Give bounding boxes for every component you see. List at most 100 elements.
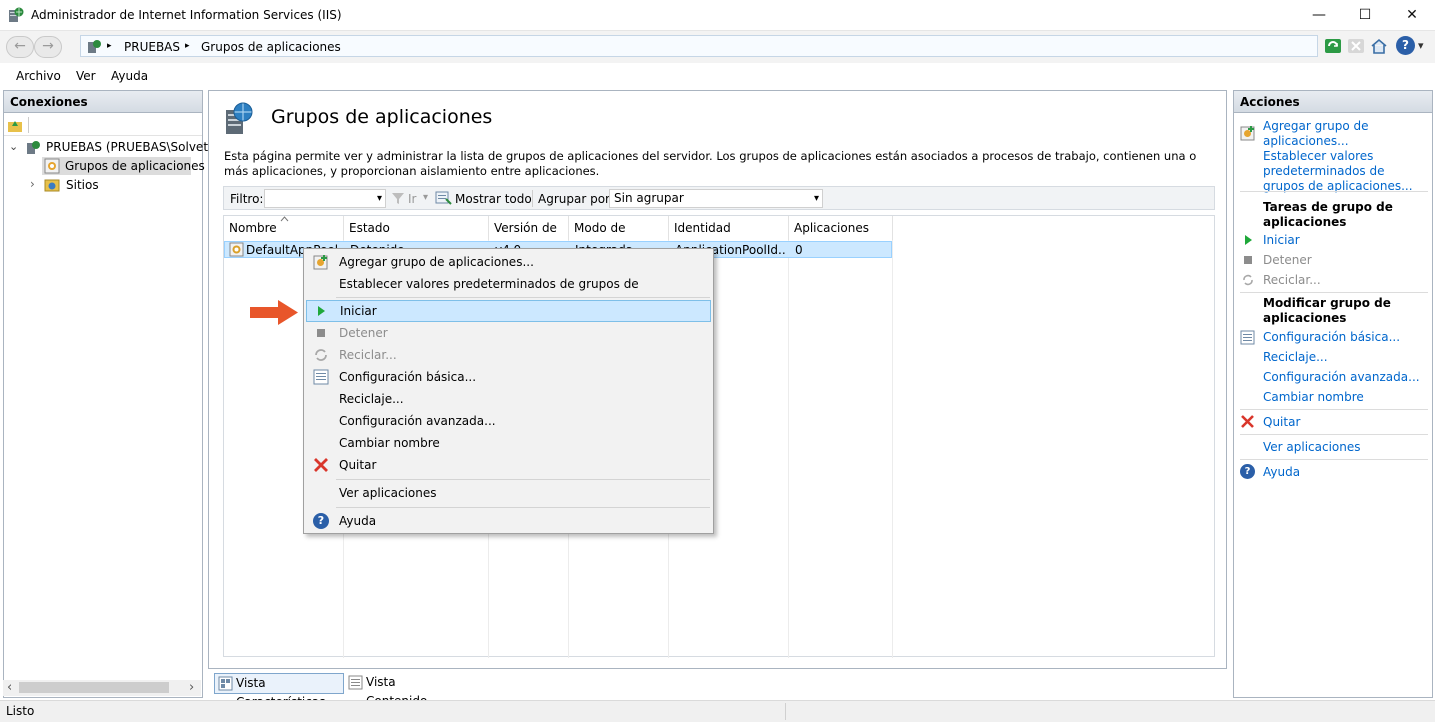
- connections-toolbar: [4, 114, 202, 136]
- column-header-pipeline[interactable]: Modo de canal...: [569, 216, 669, 259]
- sort-ascending-icon: [280, 216, 289, 222]
- minimize-button[interactable]: —: [1296, 0, 1342, 31]
- menu-item-add-app-pool[interactable]: Agregar grupo de aplicaciones...: [306, 251, 711, 273]
- iis-app-icon: [9, 7, 24, 22]
- basic-settings-icon: [313, 369, 329, 385]
- action-set-defaults[interactable]: Establecer valores predeterminados de gr…: [1263, 149, 1428, 194]
- tab-features-view[interactable]: Vista Características: [214, 673, 344, 709]
- menu-item-help[interactable]: ? Ayuda: [306, 510, 711, 532]
- app-pool-icon: [44, 158, 60, 174]
- filter-divider: [532, 190, 533, 207]
- help-icon[interactable]: ?: [1396, 36, 1415, 55]
- tree-server[interactable]: PRUEBAS (PRUEBAS\Solvetic): [46, 140, 223, 154]
- action-recycle[interactable]: Reciclar...: [1263, 273, 1321, 287]
- menu-item-rename[interactable]: Cambiar nombre: [306, 432, 711, 454]
- scroll-left-icon[interactable]: ‹: [7, 680, 12, 695]
- actions-header: Acciones: [1234, 91, 1432, 113]
- breadcrumb-server[interactable]: PRUEBAS: [124, 40, 180, 54]
- basic-settings-icon: [1240, 330, 1255, 345]
- show-all-button[interactable]: Mostrar todo: [455, 192, 532, 206]
- window-title: Administrador de Internet Information Se…: [31, 8, 342, 22]
- menu-item-basic-settings[interactable]: Configuración básica...: [306, 366, 711, 388]
- stop-icon: [317, 329, 325, 337]
- connect-icon[interactable]: [7, 117, 23, 133]
- show-all-icon[interactable]: [435, 190, 452, 206]
- scroll-right-icon[interactable]: ›: [189, 680, 194, 695]
- back-button[interactable]: ←: [6, 36, 34, 58]
- connections-scrollbar[interactable]: ‹ ›: [3, 680, 201, 696]
- remove-icon: [1241, 415, 1254, 428]
- column-header-applications[interactable]: Aplicaciones: [789, 216, 893, 240]
- column-divider: [892, 240, 893, 658]
- context-menu: Agregar grupo de aplicaciones... Estable…: [303, 248, 714, 534]
- tree-item-sites[interactable]: Sitios: [66, 178, 99, 192]
- menu-archivo[interactable]: Archivo: [16, 69, 61, 83]
- recycle-icon: [315, 349, 327, 361]
- expand-sites-icon[interactable]: ›: [30, 177, 35, 191]
- filter-input[interactable]: ▾: [264, 189, 386, 208]
- remove-icon: [314, 458, 328, 472]
- menu-item-remove[interactable]: Quitar: [306, 454, 711, 476]
- action-recycling[interactable]: Reciclaje...: [1263, 350, 1328, 365]
- menu-ayuda[interactable]: Ayuda: [111, 69, 148, 83]
- group-by-select[interactable]: Sin agrupar ▾: [609, 189, 823, 208]
- breadcrumb-separator: ▸: [185, 41, 190, 51]
- menu-bar: Archivo Ver Ayuda: [0, 63, 1435, 87]
- scroll-thumb[interactable]: [19, 682, 169, 693]
- menu-item-label: Configuración avanzada...: [339, 414, 496, 428]
- menu-item-recycling[interactable]: Reciclaje...: [306, 388, 711, 410]
- group-by-label: Agrupar por:: [538, 192, 614, 206]
- refresh-icon[interactable]: [1324, 37, 1342, 55]
- action-view-applications[interactable]: Ver aplicaciones: [1263, 440, 1361, 455]
- action-basic-settings[interactable]: Configuración básica...: [1263, 330, 1400, 345]
- action-rename[interactable]: Cambiar nombre: [1263, 390, 1364, 405]
- stop-icon[interactable]: [1347, 37, 1365, 55]
- address-field[interactable]: ▸ PRUEBAS ▸ Grupos de aplicaciones: [80, 35, 1318, 57]
- stop-icon: [1244, 256, 1252, 264]
- column-header-version[interactable]: Versión de ...: [489, 216, 569, 259]
- action-stop[interactable]: Detener: [1263, 253, 1312, 267]
- menu-item-advanced-settings[interactable]: Configuración avanzada...: [306, 410, 711, 432]
- menu-item-set-defaults[interactable]: Establecer valores predeterminados de gr…: [306, 273, 711, 313]
- menu-item-label: Configuración básica...: [339, 370, 477, 384]
- menu-item-recycle[interactable]: Reciclar...: [306, 344, 711, 366]
- action-advanced-settings[interactable]: Configuración avanzada...: [1263, 370, 1420, 385]
- menu-ver[interactable]: Ver: [76, 69, 96, 83]
- go-button[interactable]: Ir: [408, 192, 416, 206]
- menu-item-view-applications[interactable]: Ver aplicaciones: [306, 482, 711, 504]
- toolbar-divider: [28, 117, 29, 133]
- menu-separator: [336, 479, 710, 480]
- group-by-dropdown-icon[interactable]: ▾: [814, 190, 819, 207]
- help-icon: ?: [313, 513, 329, 529]
- tab-content-view[interactable]: Vista Contenido: [345, 673, 455, 708]
- action-add-app-pool[interactable]: Agregar grupo de aplicaciones...: [1263, 119, 1428, 149]
- go-dropdown-icon[interactable]: ▾: [423, 192, 428, 203]
- maximize-button[interactable]: ☐: [1342, 0, 1388, 31]
- tree-item-label: Grupos de aplicaciones: [65, 159, 205, 173]
- status-bar: Listo: [0, 700, 1435, 722]
- help-icon: ?: [1240, 464, 1255, 479]
- breadcrumb-app-pools[interactable]: Grupos de aplicaciones: [201, 40, 341, 54]
- action-remove[interactable]: Quitar: [1263, 415, 1300, 430]
- column-header-identity[interactable]: Identidad: [669, 216, 789, 240]
- recycle-icon: [1243, 274, 1253, 286]
- expand-server-icon[interactable]: ⌄: [9, 140, 18, 153]
- close-button[interactable]: ✕: [1389, 0, 1435, 31]
- actions-edit-heading: Modificar grupo de aplicaciones: [1263, 296, 1391, 325]
- start-icon: [1245, 235, 1252, 245]
- go-icon[interactable]: [391, 191, 405, 205]
- home-icon[interactable]: [1370, 37, 1388, 55]
- page-description: Esta página permite ver y administrar la…: [224, 149, 1197, 178]
- action-start[interactable]: Iniciar: [1263, 233, 1300, 248]
- filter-dropdown-icon[interactable]: ▾: [377, 190, 382, 207]
- action-help[interactable]: Ayuda: [1263, 465, 1300, 480]
- menu-item-start[interactable]: Iniciar: [306, 300, 711, 322]
- server-icon: [88, 40, 101, 53]
- app-pool-stopped-icon: [229, 242, 244, 257]
- forward-button[interactable]: →: [34, 36, 62, 58]
- column-header-state[interactable]: Estado: [344, 216, 489, 240]
- actions-separator: [1240, 459, 1428, 460]
- help-dropdown-icon[interactable]: ▾: [1418, 39, 1424, 52]
- tree-item-app-pools[interactable]: Grupos de aplicaciones: [42, 157, 205, 175]
- menu-item-stop[interactable]: Detener: [306, 322, 711, 344]
